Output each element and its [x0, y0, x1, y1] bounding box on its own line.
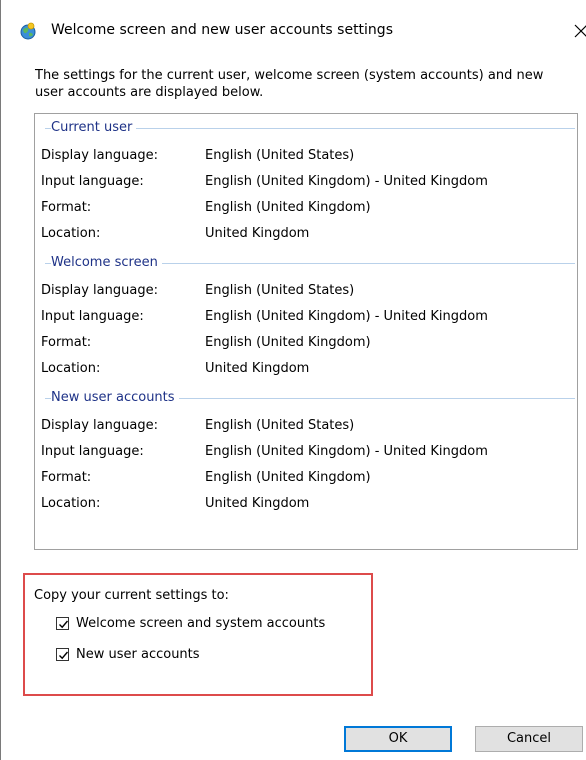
setting-row: Location: United Kingdom: [41, 224, 571, 244]
setting-row: Input language: English (United Kingdom)…: [41, 172, 571, 192]
setting-label: Display language:: [41, 283, 158, 298]
setting-row: Display language: English (United States…: [41, 281, 571, 301]
checkbox-label: Welcome screen and system accounts: [76, 616, 326, 631]
checkbox-box[interactable]: [56, 617, 69, 630]
setting-value: English (United Kingdom) - United Kingdo…: [205, 174, 488, 189]
setting-label: Display language:: [41, 148, 158, 163]
setting-value: United Kingdom: [205, 496, 310, 511]
group-title: Current user: [51, 119, 137, 137]
group-header-current-user: Current user: [45, 119, 575, 137]
setting-label: Location:: [41, 361, 101, 376]
setting-label: Location:: [41, 226, 101, 241]
setting-label: Display language:: [41, 418, 158, 433]
group-header-welcome-screen: Welcome screen: [45, 254, 575, 272]
copy-settings-title: Copy your current settings to:: [34, 588, 229, 603]
close-button[interactable]: [567, 18, 586, 44]
setting-row: Input language: English (United Kingdom)…: [41, 442, 571, 462]
intro-text: The settings for the current user, welco…: [35, 68, 544, 100]
setting-value: English (United States): [205, 418, 355, 433]
setting-value: United Kingdom: [205, 226, 310, 241]
checkbox-label: New user accounts: [76, 647, 200, 662]
setting-value: English (United States): [205, 148, 355, 163]
setting-label: Input language:: [41, 444, 144, 459]
setting-label: Location:: [41, 496, 101, 511]
window-title: Welcome screen and new user accounts set…: [51, 22, 393, 38]
checkbox-box[interactable]: [56, 648, 69, 661]
title-bar: Welcome screen and new user accounts set…: [1, 0, 586, 56]
setting-label: Input language:: [41, 174, 144, 189]
setting-row: Display language: English (United States…: [41, 146, 571, 166]
setting-value: English (United Kingdom) - United Kingdo…: [205, 309, 488, 324]
checkmark-icon: [59, 651, 69, 660]
setting-value: English (United Kingdom): [205, 200, 371, 215]
setting-label: Format:: [41, 335, 92, 350]
setting-row: Format: English (United Kingdom): [41, 198, 571, 218]
setting-row: Input language: English (United Kingdom)…: [41, 307, 571, 327]
setting-row: Format: English (United Kingdom): [41, 468, 571, 488]
ok-button[interactable]: OK: [344, 726, 452, 752]
setting-value: English (United Kingdom): [205, 335, 371, 350]
setting-value: United Kingdom: [205, 361, 310, 376]
setting-row: Format: English (United Kingdom): [41, 333, 571, 353]
setting-row: Display language: English (United States…: [41, 416, 571, 436]
setting-value: English (United Kingdom): [205, 470, 371, 485]
group-header-new-user-accounts: New user accounts: [45, 389, 575, 407]
cancel-button[interactable]: Cancel: [475, 726, 583, 752]
globe-icon: [19, 22, 37, 40]
setting-value: English (United States): [205, 283, 355, 298]
close-icon: [574, 24, 586, 38]
setting-row: Location: United Kingdom: [41, 359, 571, 379]
setting-label: Format:: [41, 200, 92, 215]
checkmark-icon: [59, 620, 69, 629]
group-title: Welcome screen: [51, 254, 162, 272]
setting-value: English (United Kingdom) - United Kingdo…: [205, 444, 488, 459]
setting-label: Format:: [41, 470, 92, 485]
setting-label: Input language:: [41, 309, 144, 324]
setting-row: Location: United Kingdom: [41, 494, 571, 514]
group-title: New user accounts: [51, 389, 179, 407]
dialog-window: Welcome screen and new user accounts set…: [0, 0, 586, 760]
settings-summary-box: Current user Display language: English (…: [34, 113, 578, 550]
